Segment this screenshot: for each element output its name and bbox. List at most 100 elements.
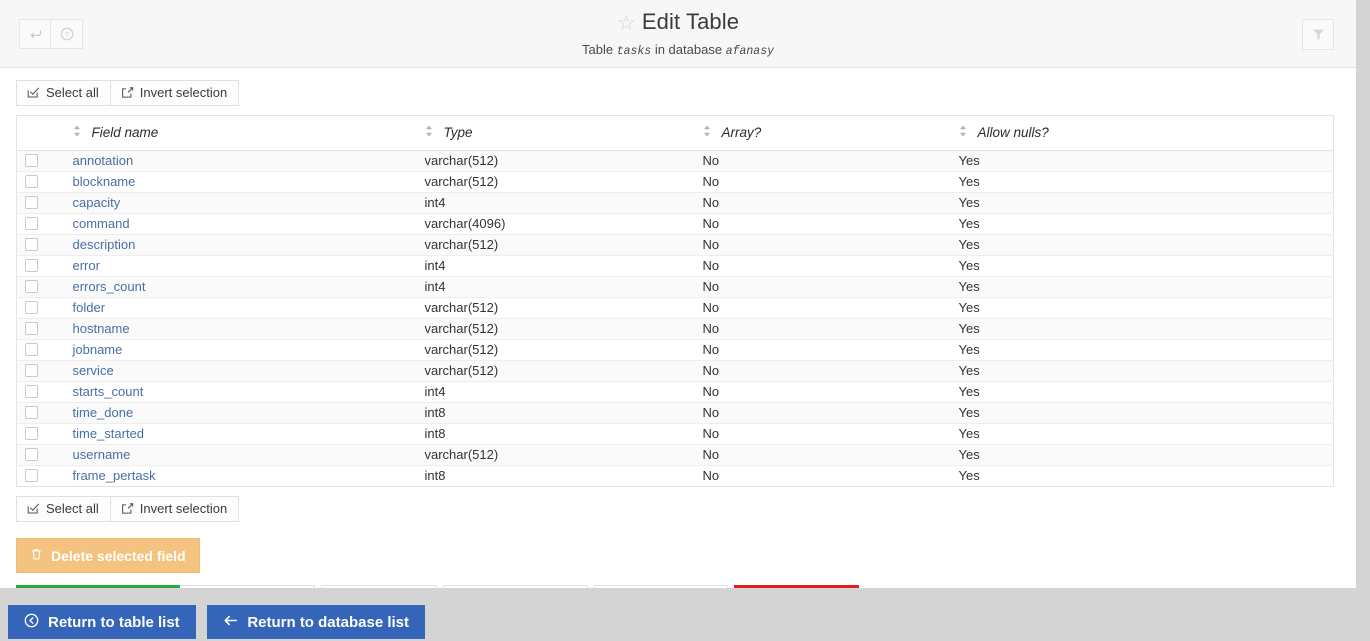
row-type-cell: varchar(512) [416, 150, 695, 172]
trash-icon [30, 547, 43, 564]
row-checkbox[interactable] [25, 427, 38, 440]
row-field-name-cell: error [64, 255, 417, 277]
row-checkbox[interactable] [25, 364, 38, 377]
invert-selection-button-top[interactable]: Invert selection [110, 80, 240, 106]
row-allow-nulls-cell: Yes [950, 444, 1334, 466]
star-outline-icon[interactable]: ☆ [617, 12, 636, 35]
select-all-label-top: Select all [46, 84, 99, 100]
row-checkbox[interactable] [25, 406, 38, 419]
row-checkbox[interactable] [25, 154, 38, 167]
row-checkbox[interactable] [25, 217, 38, 230]
row-type-cell: varchar(512) [416, 339, 695, 361]
field-name-link[interactable]: blockname [73, 174, 136, 189]
selection-toolbar-top: Select all Invert selection [16, 80, 240, 106]
field-name-link[interactable]: folder [73, 300, 106, 315]
row-checkbox[interactable] [25, 469, 38, 482]
row-checkbox-cell [16, 423, 65, 445]
back-button[interactable] [19, 19, 51, 49]
field-name-link[interactable]: error [73, 258, 100, 273]
column-header-type[interactable]: Type [416, 115, 695, 151]
help-button[interactable]: ? [51, 19, 83, 49]
row-checkbox-cell [16, 339, 65, 361]
row-allow-nulls-cell: Yes [950, 423, 1334, 445]
field-name-link[interactable]: capacity [73, 195, 121, 210]
scrollbar-gutter[interactable] [1356, 0, 1370, 641]
row-checkbox-cell [16, 402, 65, 424]
field-name-link[interactable]: username [73, 447, 131, 462]
field-name-link[interactable]: description [73, 237, 136, 252]
row-field-name-cell: command [64, 213, 417, 235]
invert-selection-button-bottom[interactable]: Invert selection [110, 496, 240, 522]
checked-box-icon [27, 86, 40, 99]
row-checkbox[interactable] [25, 259, 38, 272]
fields-table-header-row: Field name Type Array? Allow nulls? [16, 115, 1334, 151]
fields-table-head: Field name Type Array? Allow nulls? [16, 115, 1334, 151]
row-allow-nulls-cell: Yes [950, 465, 1334, 487]
delete-selected-field-button[interactable]: Delete selected field [16, 538, 200, 573]
row-checkbox-cell [16, 255, 65, 277]
sort-updown-icon[interactable] [425, 125, 435, 140]
row-checkbox[interactable] [25, 448, 38, 461]
row-checkbox[interactable] [25, 322, 38, 335]
field-name-link[interactable]: command [73, 216, 130, 231]
table-row: hostname varchar(512) No Yes [16, 318, 1334, 340]
field-name-link[interactable]: starts_count [73, 384, 144, 399]
sort-updown-icon[interactable] [959, 125, 969, 140]
field-name-link[interactable]: annotation [73, 153, 134, 168]
column-header-array[interactable]: Array? [694, 115, 951, 151]
column-header-allow-nulls[interactable]: Allow nulls? [950, 115, 1334, 151]
share-square-icon [121, 86, 134, 99]
return-to-table-list-button[interactable]: Return to table list [8, 605, 196, 639]
row-checkbox-cell [16, 171, 65, 193]
svg-text:?: ? [64, 30, 68, 39]
row-allow-nulls-cell: Yes [950, 318, 1334, 340]
row-checkbox[interactable] [25, 280, 38, 293]
row-array-cell: No [694, 318, 951, 340]
table-row: starts_count int4 No Yes [16, 381, 1334, 403]
column-header-field-name[interactable]: Field name [64, 115, 417, 151]
column-header-type-label: Type [443, 125, 473, 140]
page-footer: Return to table list Return to database … [0, 588, 1356, 641]
sort-updown-icon[interactable] [703, 125, 713, 140]
row-type-cell: varchar(4096) [416, 213, 695, 235]
row-array-cell: No [694, 381, 951, 403]
app-root: ? ☆ Edit Table Table tasks in database a… [0, 0, 1370, 641]
sort-updown-icon[interactable] [73, 125, 83, 140]
return-to-database-list-button[interactable]: Return to database list [207, 605, 426, 639]
subtitle-prefix: Table [581, 42, 614, 57]
row-field-name-cell: folder [64, 297, 417, 319]
page-title-block: ☆ Edit Table Table tasks in database afan… [0, 0, 1356, 60]
field-name-link[interactable]: errors_count [73, 279, 146, 294]
field-name-link[interactable]: frame_pertask [73, 468, 156, 483]
row-checkbox[interactable] [25, 301, 38, 314]
select-all-button-bottom[interactable]: Select all [16, 496, 111, 522]
row-allow-nulls-cell: Yes [950, 360, 1334, 382]
field-name-link[interactable]: service [73, 363, 114, 378]
field-name-link[interactable]: time_started [73, 426, 145, 441]
row-checkbox-cell [16, 465, 65, 487]
row-checkbox[interactable] [25, 196, 38, 209]
field-name-link[interactable]: hostname [73, 321, 130, 336]
subtitle-database-name: afanasy [725, 45, 774, 58]
row-allow-nulls-cell: Yes [950, 234, 1334, 256]
row-allow-nulls-cell: Yes [950, 402, 1334, 424]
field-name-link[interactable]: time_done [73, 405, 134, 420]
row-checkbox[interactable] [25, 385, 38, 398]
row-field-name-cell: capacity [64, 192, 417, 214]
invert-selection-label-bottom: Invert selection [139, 500, 228, 516]
row-allow-nulls-cell: Yes [950, 297, 1334, 319]
row-checkbox[interactable] [25, 343, 38, 356]
row-checkbox[interactable] [25, 175, 38, 188]
row-allow-nulls-cell: Yes [950, 255, 1334, 277]
column-header-field-name-label: Field name [91, 125, 159, 140]
select-all-button-top[interactable]: Select all [16, 80, 111, 106]
invert-selection-label-top: Invert selection [139, 84, 228, 100]
row-array-cell: No [694, 423, 951, 445]
filter-button[interactable] [1302, 19, 1334, 50]
row-checkbox[interactable] [25, 238, 38, 251]
table-row: service varchar(512) No Yes [16, 360, 1334, 382]
field-name-link[interactable]: jobname [73, 342, 123, 357]
row-array-cell: No [694, 444, 951, 466]
table-row: frame_pertask int8 No Yes [16, 465, 1334, 487]
selection-toolbar-bottom: Select all Invert selection [16, 496, 240, 522]
